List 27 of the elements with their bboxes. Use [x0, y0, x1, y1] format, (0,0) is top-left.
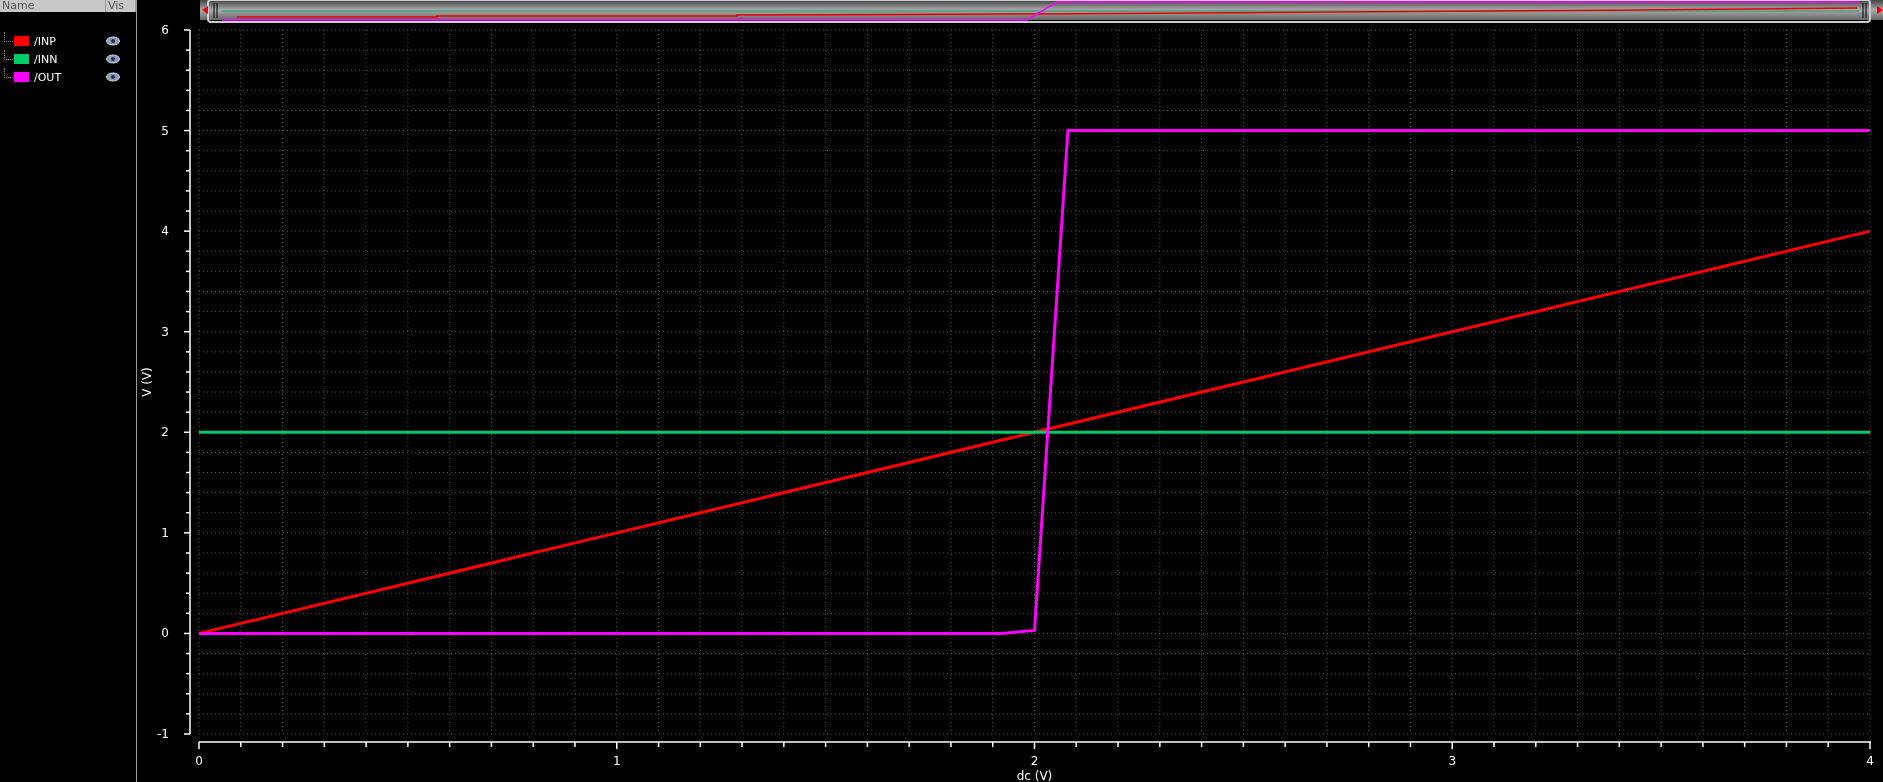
tree-connector [4, 67, 13, 78]
eye-icon[interactable] [106, 72, 120, 82]
y-tick-label: 5 [161, 123, 169, 138]
column-header: Name [0, 0, 106, 12]
signal-name[interactable]: /INN [34, 52, 106, 66]
x-tick-label: 4 [1866, 754, 1874, 768]
x-axis-title: dc (V) [1016, 769, 1053, 782]
y-tick-label: 0 [161, 626, 169, 641]
tree-connector [4, 31, 13, 42]
y-tick-label: 2 [161, 425, 169, 440]
signal-name[interactable]: /INP [34, 34, 106, 48]
y-tick-label: 3 [161, 324, 169, 339]
x-tick-label: 3 [1448, 754, 1457, 768]
y-tick-label: 1 [161, 525, 169, 540]
column-header: Vis [106, 0, 136, 12]
y-axis-title: V (V) [140, 367, 154, 397]
overview-scrollbar-drawing[interactable] [200, 0, 1883, 23]
x-tick-label: 0 [195, 754, 203, 768]
tree-connector [4, 49, 13, 60]
eye-icon[interactable] [106, 54, 120, 64]
y-tick-label: 4 [161, 224, 169, 239]
x-tick-label: 2 [1030, 754, 1039, 768]
y-tick-label: 6 [161, 23, 169, 37]
eye-icon[interactable] [106, 36, 120, 46]
y-tick-label: -1 [157, 727, 169, 741]
signal-name[interactable]: /OUT [34, 70, 106, 84]
x-tick-label: 1 [612, 754, 621, 768]
